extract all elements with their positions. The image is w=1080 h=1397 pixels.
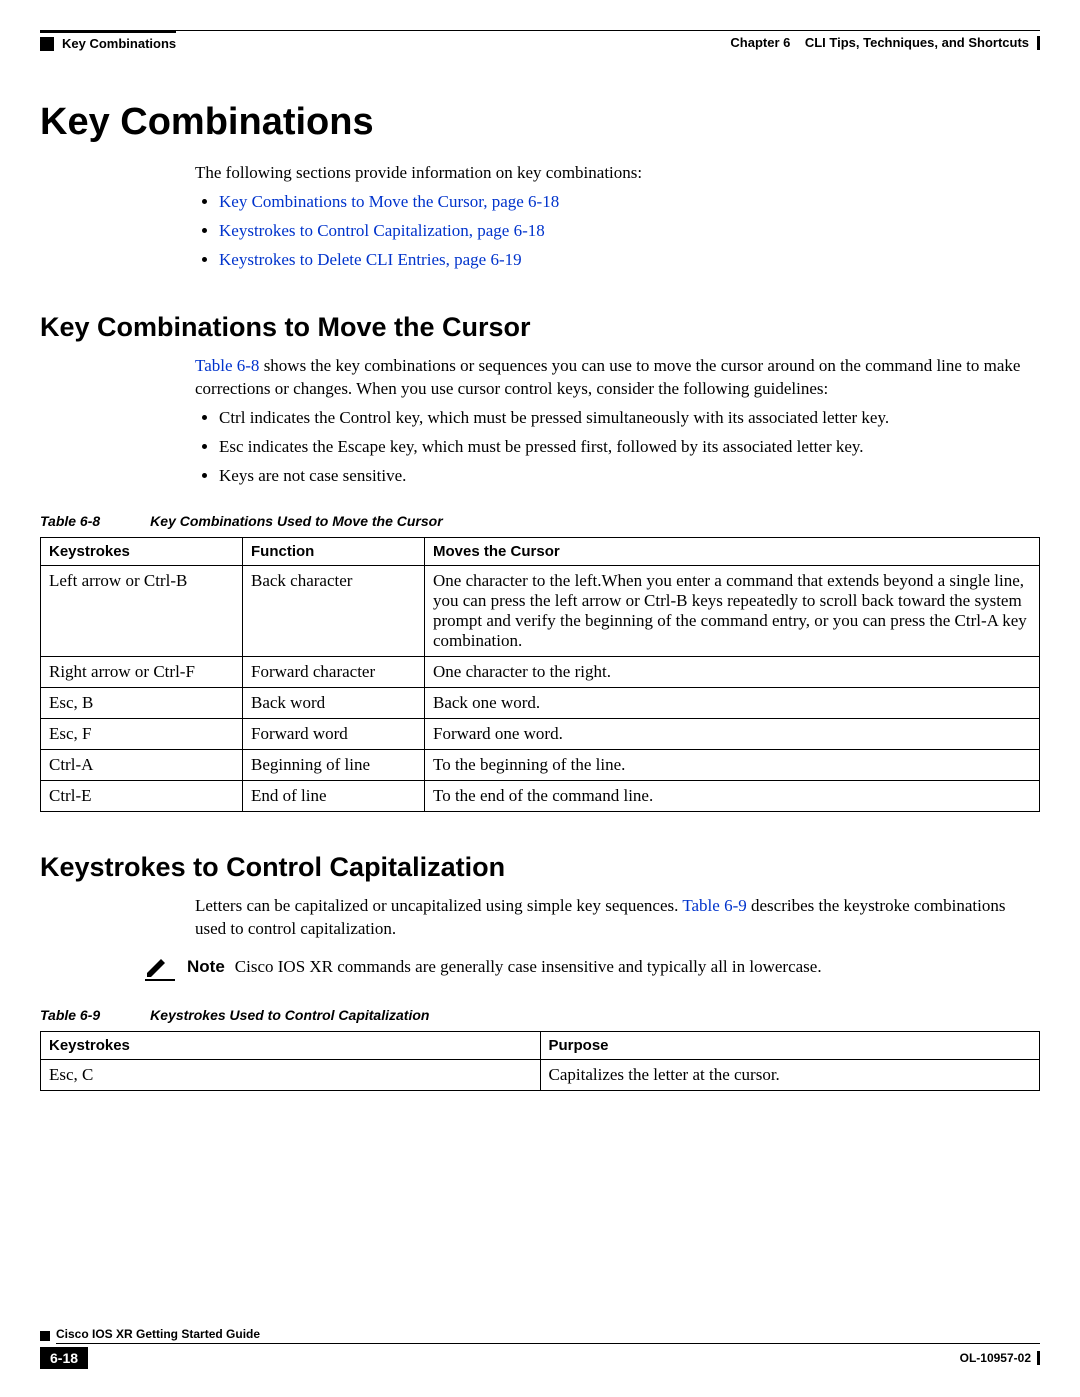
col-header-keystrokes: Keystrokes	[41, 1032, 541, 1060]
table-6-9-caption: Table 6-9 Keystrokes Used to Control Capi…	[40, 1007, 1040, 1023]
table-cell: Forward word	[243, 719, 425, 750]
table-cell: Right arrow or Ctrl-F	[41, 657, 243, 688]
table-cell: Beginning of line	[243, 750, 425, 781]
table-caption-title: Key Combinations Used to Move the Cursor	[150, 513, 442, 529]
table-cell: Back word	[243, 688, 425, 719]
table-caption-label: Table 6-9	[40, 1007, 100, 1023]
col-header-purpose: Purpose	[540, 1032, 1040, 1060]
table-cell: One character to the right.	[425, 657, 1040, 688]
running-header-right: Chapter 6 CLI Tips, Techniques, and Shor…	[176, 30, 1040, 51]
table-6-9: Keystrokes Purpose Esc, CCapitalizes the…	[40, 1031, 1040, 1091]
table-cell: To the beginning of the line.	[425, 750, 1040, 781]
table-cell: Ctrl-E	[41, 781, 243, 812]
intro-block: The following sections provide informati…	[195, 162, 1040, 272]
section2-body: Letters can be capitalized or uncapitali…	[195, 895, 1040, 941]
table-row: Esc, FForward wordForward one word.	[41, 719, 1040, 750]
section2-paragraph: Letters can be capitalized or uncapitali…	[195, 895, 1040, 941]
running-header: Key Combinations Chapter 6 CLI Tips, Tec…	[40, 30, 1040, 51]
document-page: Key Combinations Chapter 6 CLI Tips, Tec…	[0, 0, 1080, 1397]
table-cell: Esc, F	[41, 719, 243, 750]
note-block: Note Cisco IOS XR commands are generally…	[145, 957, 1040, 981]
table-header-row: Keystrokes Purpose	[41, 1032, 1040, 1060]
footer-guide-title: Cisco IOS XR Getting Started Guide	[56, 1327, 1040, 1344]
table-cell: Forward character	[243, 657, 425, 688]
note-label: Note	[187, 957, 225, 977]
table-row: Esc, BBack wordBack one word.	[41, 688, 1040, 719]
section-heading-capitalization: Keystrokes to Control Capitalization	[40, 852, 1040, 883]
table-ref-link[interactable]: Table 6-8	[195, 356, 259, 375]
table-header-row: Keystrokes Function Moves the Cursor	[41, 538, 1040, 566]
table-cell: End of line	[243, 781, 425, 812]
col-header-moves: Moves the Cursor	[425, 538, 1040, 566]
footer-guide-line: Cisco IOS XR Getting Started Guide	[40, 1327, 1040, 1344]
toc-link[interactable]: Key Combinations to Move the Cursor, pag…	[219, 192, 559, 211]
running-header-chapter: Chapter 6	[730, 35, 790, 50]
footer-bar-icon	[1037, 1351, 1040, 1365]
table-row: Ctrl-ABeginning of lineTo the beginning …	[41, 750, 1040, 781]
section-heading-move-cursor: Key Combinations to Move the Cursor	[40, 312, 1040, 343]
guidelines-list: Ctrl indicates the Control key, which mu…	[195, 407, 1040, 488]
footer-marker-icon	[40, 1331, 50, 1341]
table-caption-label: Table 6-8	[40, 513, 100, 529]
section1-body: Table 6-8 shows the key combinations or …	[195, 355, 1040, 488]
table-cell: Ctrl-A	[41, 750, 243, 781]
running-header-left: Key Combinations	[40, 30, 176, 51]
running-header-title: CLI Tips, Techniques, and Shortcuts	[805, 35, 1029, 50]
section1-paragraph: Table 6-8 shows the key combinations or …	[195, 355, 1040, 401]
table-caption-title: Keystrokes Used to Control Capitalizatio…	[150, 1007, 429, 1023]
intro-text: The following sections provide informati…	[195, 162, 1040, 185]
page-title: Key Combinations	[40, 101, 1040, 144]
table-cell: Left arrow or Ctrl-B	[41, 566, 243, 657]
document-id-text: OL-10957-02	[960, 1351, 1031, 1365]
list-item: Keys are not case sensitive.	[219, 465, 1040, 488]
table-cell: To the end of the command line.	[425, 781, 1040, 812]
table-6-8: Keystrokes Function Moves the Cursor Lef…	[40, 537, 1040, 812]
table-ref-link[interactable]: Table 6-9	[682, 896, 746, 915]
list-item: Keystrokes to Delete CLI Entries, page 6…	[219, 249, 1040, 272]
list-item: Keystrokes to Control Capitalization, pa…	[219, 220, 1040, 243]
table-row: Esc, CCapitalizes the letter at the curs…	[41, 1060, 1040, 1091]
document-id: OL-10957-02	[960, 1351, 1040, 1365]
table-row: Ctrl-EEnd of lineTo the end of the comma…	[41, 781, 1040, 812]
table-cell: One character to the left.When you enter…	[425, 566, 1040, 657]
table-cell: Capitalizes the letter at the cursor.	[540, 1060, 1040, 1091]
table-6-8-caption: Table 6-8 Key Combinations Used to Move t…	[40, 513, 1040, 529]
list-item: Key Combinations to Move the Cursor, pag…	[219, 191, 1040, 214]
table-cell: Esc, C	[41, 1060, 541, 1091]
section1-paragraph-cont: shows the key combinations or sequences …	[195, 356, 1020, 398]
toc-link[interactable]: Keystrokes to Delete CLI Entries, page 6…	[219, 250, 522, 269]
header-marker-icon	[40, 37, 54, 51]
page-number: 6-18	[40, 1347, 88, 1369]
table-row: Left arrow or Ctrl-BBack characterOne ch…	[41, 566, 1040, 657]
note-icon	[145, 957, 179, 981]
col-header-keystrokes: Keystrokes	[41, 538, 243, 566]
running-header-section: Key Combinations	[62, 36, 176, 51]
toc-list: Key Combinations to Move the Cursor, pag…	[195, 191, 1040, 272]
header-bar-icon	[1037, 36, 1040, 50]
table-cell: Forward one word.	[425, 719, 1040, 750]
table-row: Right arrow or Ctrl-FForward characterOn…	[41, 657, 1040, 688]
page-footer: Cisco IOS XR Getting Started Guide 6-18 …	[40, 1327, 1040, 1369]
table-cell: Back one word.	[425, 688, 1040, 719]
list-item: Ctrl indicates the Control key, which mu…	[219, 407, 1040, 430]
list-item: Esc indicates the Escape key, which must…	[219, 436, 1040, 459]
footer-bottom-row: 6-18 OL-10957-02	[40, 1347, 1040, 1369]
table-cell: Esc, B	[41, 688, 243, 719]
toc-link[interactable]: Keystrokes to Control Capitalization, pa…	[219, 221, 545, 240]
section2-paragraph-part1: Letters can be capitalized or uncapitali…	[195, 896, 682, 915]
note-text: Cisco IOS XR commands are generally case…	[235, 957, 1040, 977]
col-header-function: Function	[243, 538, 425, 566]
table-cell: Back character	[243, 566, 425, 657]
